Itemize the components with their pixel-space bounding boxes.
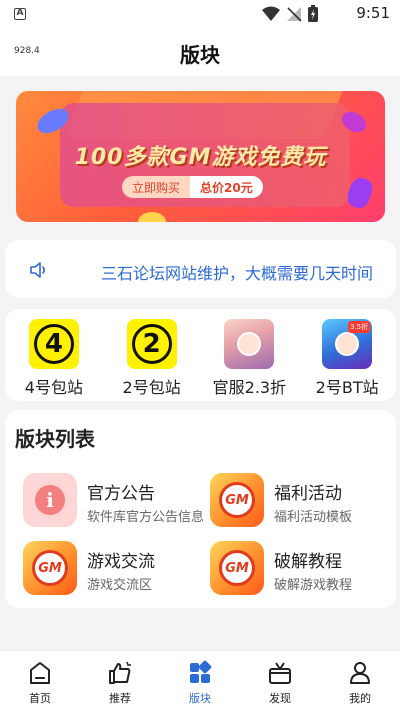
number-4-icon: 4 [28,319,79,369]
gm-icon: GM [210,473,264,527]
game-character-icon: 3.5折 [322,319,373,369]
page-title: 版块 [180,43,220,67]
grid-icon [190,660,212,683]
user-icon [350,662,370,684]
info-icon: i [23,473,77,527]
section-item-announcements[interactable]: i 官方公告 软件库官方公告信息 [23,473,205,527]
speaker-icon [30,262,46,278]
section-item-game-chat[interactable]: GM 游戏交流 游戏交流区 [23,541,203,595]
status-icons [262,5,318,22]
character-face [237,332,262,356]
status-bar: A 9:51 [0,0,400,28]
tab-home[interactable]: 首页 [0,651,80,711]
quick-links: 4 4号包站 2 2号包站 官服2.3折 3.5折 2号BT站 [5,309,396,401]
tab-label: 首页 [29,692,51,705]
tab-recommend[interactable]: 推荐 [80,651,160,711]
tab-sections[interactable]: 版块 [160,651,240,711]
bottom-tab-bar: 首页 推荐 版块 发现 我的 [0,650,400,711]
quick-link-official[interactable]: 官服2.3折 [201,309,299,401]
no-signal-icon [287,6,302,22]
section-item-events[interactable]: GM 福利活动 福利活动模板 [210,473,390,527]
banner-decoration [138,212,166,222]
notice-text: 三石论坛网站维护，大概需要几天时间 [101,264,374,283]
section-name: 破解教程 [274,552,342,572]
section-desc: 福利活动模板 [274,510,353,525]
notice-bar[interactable]: 三石论坛网站维护，大概需要几天时间 [5,240,396,298]
quick-link-label: 官服2.3折 [212,378,287,397]
battery-charging-icon [308,5,318,22]
section-item-tutorials[interactable]: GM 破解教程 破解游戏教程 [210,541,390,595]
quick-link-site-2[interactable]: 2 2号包站 [103,309,201,401]
quick-link-site-4[interactable]: 4 4号包站 [5,309,103,401]
tab-label: 推荐 [109,692,131,705]
wifi-icon [262,6,280,21]
quick-link-label: 2号包站 [122,378,181,397]
number-glyph: 2 [131,324,172,364]
banner-headline: 100多款GM游戏免费玩 [74,145,327,170]
section-name: 福利活动 [274,484,342,504]
home-icon [30,662,50,684]
section-name: 游戏交流 [87,552,155,572]
section-desc: 游戏交流区 [87,578,153,593]
quick-link-label: 4号包站 [24,378,83,397]
gift-icon [269,662,291,684]
tab-profile[interactable]: 我的 [320,651,400,711]
character-face [335,332,360,356]
status-time: 9:51 [356,4,390,22]
section-desc: 破解游戏教程 [274,578,353,593]
tab-label: 版块 [189,692,211,705]
section-list: 版块列表 i 官方公告 软件库官方公告信息 GM 福利活动 福利活动模板 GM … [5,410,396,608]
top-header: 928.4 版块 [0,28,400,76]
promo-banner[interactable]: 100多款GM游戏免费玩 立即购买 总价20元 [16,91,385,222]
tab-discover[interactable]: 发现 [240,651,320,711]
gm-icon: GM [23,541,77,595]
gm-icon: GM [210,541,264,595]
notification-icon: A [14,8,26,20]
quick-link-label: 2号BT站 [315,378,379,397]
section-desc: 软件库官方公告信息 [87,510,205,525]
thumbs-up-icon [109,661,131,684]
quick-link-bt[interactable]: 3.5折 2号BT站 [298,309,396,401]
tab-label: 我的 [349,692,371,705]
total-price: 总价20元 [190,176,263,198]
number-glyph: 4 [33,324,74,364]
game-character-icon [224,319,275,369]
buy-now-button[interactable]: 立即购买 [122,176,191,198]
section-name: 官方公告 [87,484,155,504]
discount-tag: 3.5折 [347,321,371,333]
banner-buy-pill[interactable]: 立即购买 总价20元 [122,176,263,198]
number-2-icon: 2 [126,319,177,369]
section-list-title: 版块列表 [15,427,95,451]
tab-label: 发现 [269,692,291,705]
